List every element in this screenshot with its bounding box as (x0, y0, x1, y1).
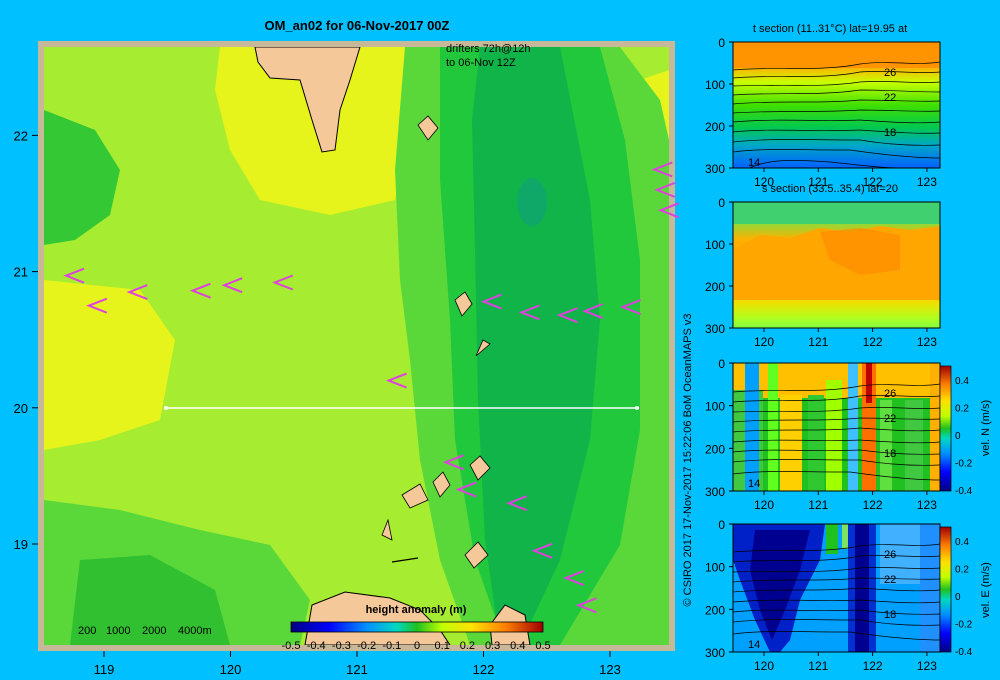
map-field (44, 47, 669, 645)
velocity-colorbar-tick: -0.2 (955, 620, 973, 631)
section-x-tick-label: 121 (808, 335, 828, 349)
velocity-colorbar-tick: 0 (955, 431, 961, 442)
section-y-tick-label: 200 (705, 603, 725, 617)
section-y-tick-label: 100 (705, 78, 725, 92)
height-colorbar-tick: -0.1 (382, 640, 401, 652)
contour-label: 18 (884, 609, 896, 621)
s-section-title: s section (33.5..35.4) lat=20 (762, 183, 898, 195)
map-x-tick-label: 119 (94, 662, 115, 677)
height-colorbar-tick: -0.3 (332, 640, 351, 652)
contour-label: 22 (884, 574, 896, 586)
section-y-tick-label: 100 (705, 561, 725, 575)
section-y-tick-label: 100 (705, 238, 725, 252)
map-x-tick-label: 123 (599, 662, 621, 677)
section-x-tick-label: 121 (808, 498, 828, 512)
section-y-tick-label: 300 (705, 322, 725, 336)
height-colorbar-tick: 0.5 (535, 640, 550, 652)
section-y-tick-label: 200 (705, 442, 725, 456)
vn-section-field (733, 363, 940, 491)
velocity-colorbar-tick: 0.4 (955, 376, 969, 387)
section-y-tick-label: 0 (718, 357, 725, 371)
section-x-tick-label: 120 (754, 335, 774, 349)
section-y-tick-label: 200 (705, 280, 725, 294)
velocity-colorbar-tick: 0.2 (955, 404, 969, 415)
section-y-tick-label: 0 (718, 518, 725, 532)
s-section-field (733, 202, 940, 328)
map-y-axis: 19 20 21 22 (14, 128, 38, 552)
ve-section-field (733, 524, 940, 652)
section-y-tick-label: 100 (705, 400, 725, 414)
velocity-colorbar-tick: 0.2 (955, 565, 969, 576)
velocity-colorbar-tick: 0 (955, 592, 961, 603)
depth-label-1000: 1000 (106, 625, 130, 637)
contour-label: 22 (884, 92, 896, 104)
contour-label: 26 (884, 67, 896, 79)
section-x-tick-label: 123 (917, 659, 937, 673)
ocean-figure: OM_an02 for 06-Nov-2017 00Z drifters 72h… (14, 18, 992, 677)
section-x-tick-label: 123 (917, 498, 937, 512)
section-y-tick-label: 300 (705, 485, 725, 499)
depth-label-200: 200 (78, 625, 96, 637)
map-y-tick-label: 19 (14, 537, 28, 552)
section-x-tick-label: 123 (917, 335, 937, 349)
contour-label: 26 (884, 549, 896, 561)
height-colorbar-tick: 0.4 (510, 640, 525, 652)
map-y-tick-label: 22 (14, 128, 28, 143)
section-y-tick-label: 300 (705, 162, 725, 176)
map-x-tick-label: 122 (473, 662, 495, 677)
map-y-tick-label: 21 (14, 265, 28, 280)
velocity-colorbar-tick: -0.4 (955, 647, 973, 658)
height-colorbar-tick: -0.2 (357, 640, 376, 652)
ve-colorbar-label: vel. E (m/s) (980, 562, 992, 618)
contour-label: 22 (884, 413, 896, 425)
section-x-tick-label: 122 (863, 498, 883, 512)
depth-label-4000: 4000m (178, 625, 212, 637)
section-y-tick-label: 200 (705, 120, 725, 134)
height-colorbar-tick: 0 (414, 640, 420, 652)
contour-label: 14 (748, 157, 760, 169)
velocity-colorbar-tick: -0.2 (955, 459, 973, 470)
drifter-note-1: drifters 72h@12h (446, 43, 531, 55)
contour-label: 26 (884, 388, 896, 400)
section-y-tick-label: 300 (705, 646, 725, 660)
section-y-tick-label: 0 (718, 36, 725, 50)
contour-label: 14 (748, 478, 760, 490)
map-x-tick-label: 121 (346, 662, 368, 677)
depth-label-2000: 2000 (142, 625, 166, 637)
map-x-axis: 119 120 121 122 123 (94, 651, 621, 677)
height-colorbar-tick: 0.1 (435, 640, 450, 652)
t-section-field (733, 42, 940, 168)
section-y-tick-label: 0 (718, 196, 725, 210)
section-x-tick-label: 120 (754, 498, 774, 512)
velocity-colorbar-tick: 0.4 (955, 537, 969, 548)
contour-label: 14 (748, 639, 760, 651)
map-y-tick-label: 20 (14, 401, 28, 416)
section-x-tick-label: 122 (863, 659, 883, 673)
section-x-tick-label: 120 (754, 659, 774, 673)
height-colorbar-tick: 0.3 (485, 640, 500, 652)
map-title: OM_an02 for 06-Nov-2017 00Z (265, 18, 450, 33)
velocity-colorbar-tick: -0.4 (955, 486, 973, 497)
height-colorbar-tick: 0.2 (460, 640, 475, 652)
section-x-tick-label: 122 (863, 335, 883, 349)
height-colorbar-tick: -0.4 (307, 640, 326, 652)
section-x-tick-label: 121 (808, 659, 828, 673)
height-colorbar-label: height anomaly (m) (366, 604, 467, 616)
section-x-tick-label: 123 (917, 175, 937, 189)
drifter-note-2: to 06-Nov 12Z (446, 57, 516, 69)
contour-label: 18 (884, 127, 896, 139)
contour-label: 18 (884, 448, 896, 460)
map-x-tick-label: 120 (220, 662, 242, 677)
t-section-title: t section (11..31°C) lat=19.95 at (753, 23, 907, 35)
vn-colorbar-label: vel. N (m/s) (980, 400, 992, 456)
height-colorbar-tick: -0.5 (282, 640, 301, 652)
credit-text: © CSIRO 2017 17-Nov-2017 15:22:06 BoM Oc… (682, 313, 694, 606)
